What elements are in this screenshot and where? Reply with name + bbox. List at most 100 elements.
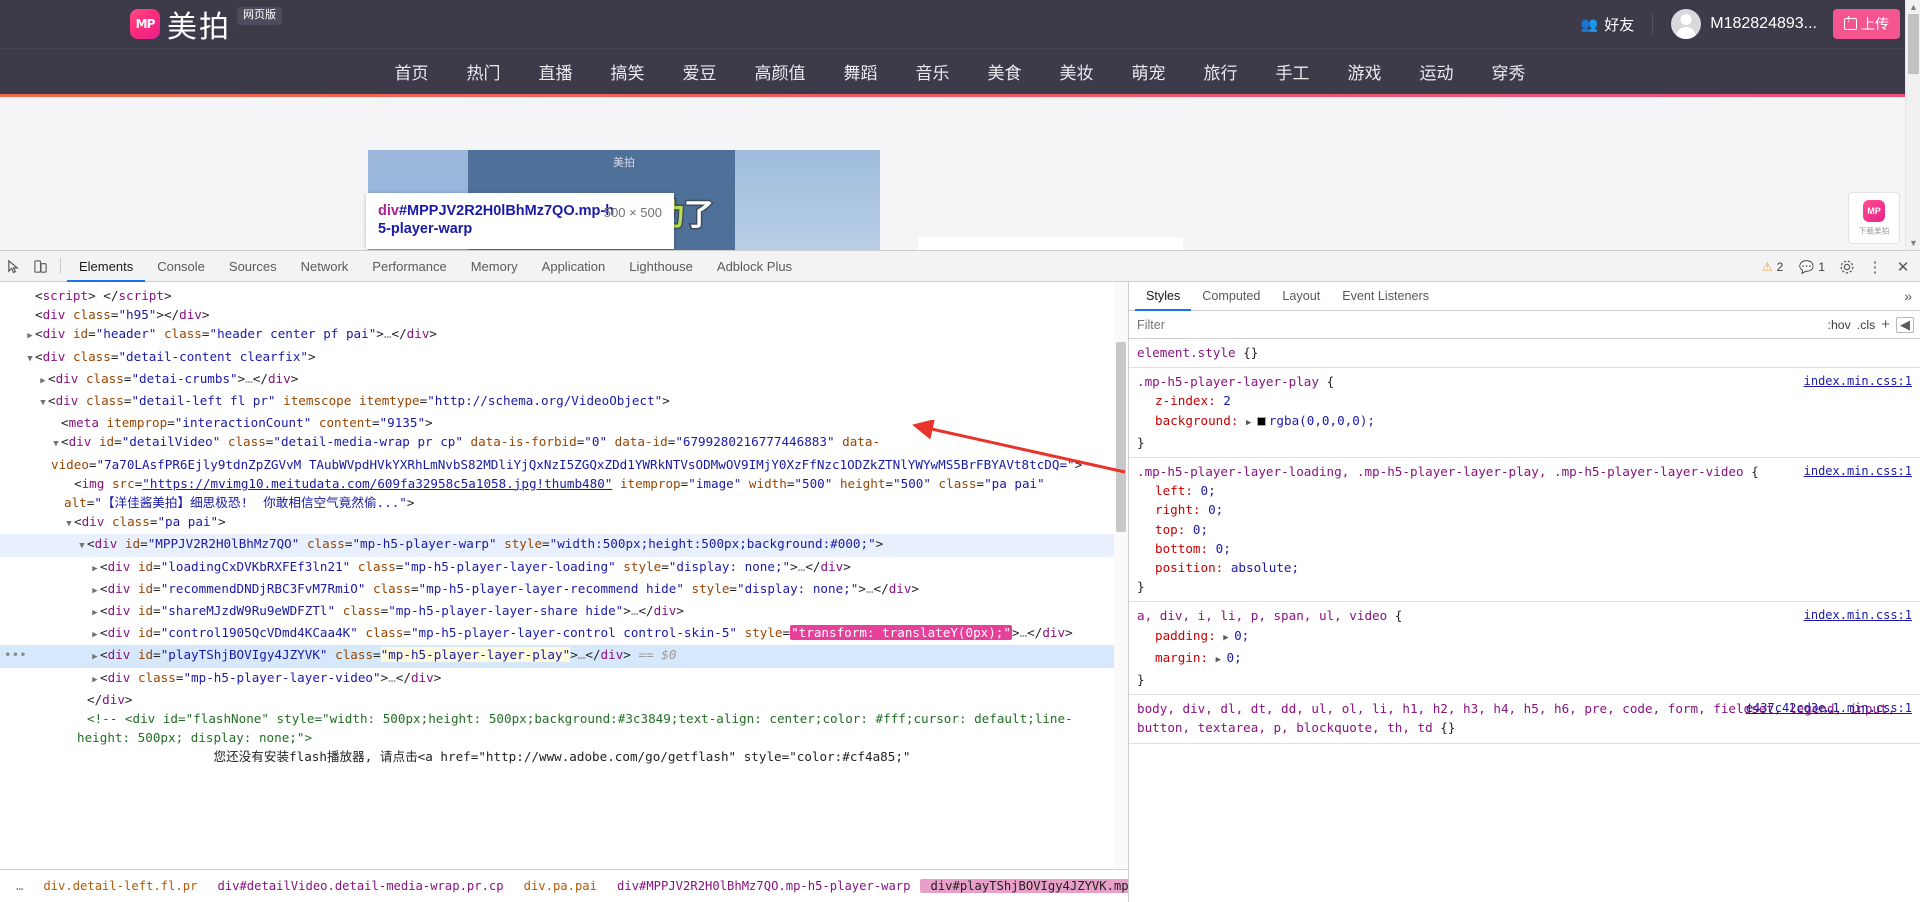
dom-line[interactable]: ▼ <div id="MPPJV2R2H0lBhMz7QO" class="mp-… [0,534,1114,557]
dom-line[interactable]: <div class="h95"></div> [0,305,1114,324]
tab-console[interactable]: Console [145,251,217,282]
dom-line[interactable]: ▼ <div id="detailVideo" class="detail-med… [0,432,1114,473]
tab-network[interactable]: Network [289,251,361,282]
dom-line[interactable]: <script> </script> [0,286,1114,305]
breadcrumb-item[interactable]: div.detail-left.fl.pr [33,879,207,893]
dom-line[interactable]: ▶ <div id="recommendDNDjRBC3FvM7RmiO" cla… [0,579,1114,601]
css-property[interactable]: left: 0; [1137,481,1912,500]
dom-twisty-icon[interactable]: ▶ [90,626,100,645]
css-rule-source[interactable]: index.min.css:1 [1804,372,1912,391]
dom-line[interactable]: ▶ <div class="detai-crumbs">…</div> [0,369,1114,391]
dom-line[interactable]: ••• ▶ <div id="playTShjBOVIgy4JZYVK" class… [0,645,1114,668]
css-rule[interactable]: index.min.css:1 .mp-h5-player-layer-play … [1129,368,1920,459]
nav-item-8[interactable]: 美食 [988,59,1022,84]
styles-filter-input[interactable] [1135,316,1822,333]
css-property[interactable]: padding: ▶ 0; [1137,626,1912,648]
dom-twisty-icon[interactable]: ▶ [90,560,100,579]
expand-icon[interactable]: ▶ [1223,633,1234,643]
dom-tree-scrollbar[interactable] [1114,282,1128,868]
css-rules-list[interactable]: element.style {} index.min.css:1 .mp-h5-pl… [1129,339,1920,902]
tab-event-listeners[interactable]: Event Listeners [1331,282,1440,311]
element-classes-button[interactable]: .cls [1857,318,1875,332]
css-property[interactable]: bottom: 0; [1137,539,1912,558]
nav-item-5[interactable]: 高颜值 [755,59,806,84]
close-devtools-icon[interactable]: ✕ [1890,254,1916,280]
dom-line[interactable]: 您还没有安装flash播放器, 请点击<a href="http://www.a… [0,747,1114,766]
css-rule-source[interactable]: index.min.css:1 [1804,606,1912,625]
settings-gear-icon[interactable] [1834,254,1860,280]
tab-layout[interactable]: Layout [1271,282,1331,311]
nav-item-14[interactable]: 运动 [1420,59,1454,84]
site-logo[interactable]: MP 美拍 网页版 [130,2,282,46]
css-property[interactable]: position: absolute; [1137,558,1912,577]
nav-item-3[interactable]: 搞笑 [611,59,645,84]
css-rule[interactable]: index.min.css:1 a, div, i, li, p, span, u… [1129,602,1920,696]
page-scrollbar-thumb[interactable] [1908,14,1919,74]
tab-elements[interactable]: Elements [67,251,146,282]
dom-line[interactable]: ▼ <div class="detail-content clearfix"> [0,347,1114,369]
user-avatar[interactable] [1671,9,1702,39]
color-swatch[interactable] [1256,416,1266,426]
nav-item-9[interactable]: 美妆 [1060,59,1094,84]
dom-line[interactable]: </div> [0,690,1114,709]
nav-item-10[interactable]: 萌宠 [1132,59,1166,84]
nav-item-2[interactable]: 直播 [539,59,573,84]
breadcrumb-item[interactable]: div#playTShjBOVIgy4JZYVK.mp-h5-player-la… [920,879,1128,893]
dom-line[interactable]: <!-- <div id="flashNone" style="width: 5… [0,709,1114,747]
download-app-card[interactable]: MP 下载美拍 [1848,192,1900,244]
scroll-up-arrow-icon[interactable]: ▲ [1909,2,1918,12]
message-count-chip[interactable]: 💬 1 [1792,257,1832,276]
username-label[interactable]: M182824893... [1710,15,1817,33]
nav-item-1[interactable]: 热门 [467,59,501,84]
nav-item-0[interactable]: 首页 [395,59,429,84]
dom-twisty-icon[interactable]: ▼ [51,435,61,454]
css-property[interactable]: margin: ▶ 0; [1137,648,1912,670]
dom-tree-lines[interactable]: <script> </script> <div class="h95"></div… [0,282,1114,868]
css-selector[interactable]: element.style [1137,345,1236,360]
css-rule[interactable]: e437c42cd3e…1.min.css:1 body, div, dl, dt… [1129,695,1920,744]
dom-line[interactable]: <meta itemprop="interactionCount" conten… [0,413,1114,432]
css-rule[interactable]: index.min.css:1 .mp-h5-player-layer-loadi… [1129,458,1920,603]
dom-twisty-icon[interactable]: ▶ [90,582,100,601]
dom-tree-scrollbar-thumb[interactable] [1116,342,1126,532]
styles-more-tabs-icon[interactable]: » [1904,288,1912,304]
css-rule-source[interactable]: e437c42cd3e…1.min.css:1 [1746,699,1912,718]
dom-twisty-icon[interactable]: ▼ [64,515,74,534]
dom-line[interactable]: ▶ <div id="control1905QcVDmd4KCaa4K" clas… [0,623,1114,645]
expand-icon[interactable]: ▶ [1216,655,1227,665]
dom-line[interactable]: ▶ <div id="shareMJzdW9Ru9eWDFZTl" class="… [0,601,1114,623]
tab-lighthouse[interactable]: Lighthouse [617,251,705,282]
dom-line[interactable]: <img src="https://mvimg10.meitudata.com/… [0,474,1114,512]
css-selector[interactable]: a, div, i, li, p, span, ul, video [1137,608,1387,623]
more-options-icon[interactable]: ⋮ [1862,254,1888,280]
toggle-device-toolbar-icon[interactable] [27,253,54,280]
dom-twisty-icon[interactable]: ▶ [90,604,100,623]
dom-line[interactable]: ▼ <div class="pa pai"> [0,512,1114,534]
dom-line[interactable]: ▼ <div class="detail-left fl pr" itemscop… [0,391,1114,413]
friends-link[interactable]: 👥 好友 [1581,14,1634,35]
tab-memory[interactable]: Memory [459,251,530,282]
dom-twisty-icon[interactable]: ▼ [77,537,87,556]
dom-line[interactable]: ▶ <div id="header" class="header center p… [0,324,1114,346]
dom-twisty-icon[interactable]: ▶ [90,671,100,690]
css-property[interactable]: top: 0; [1137,520,1912,539]
tab-performance[interactable]: Performance [360,251,458,282]
breadcrumb-overflow[interactable]: … [6,879,33,893]
breadcrumb-item[interactable]: div.pa.pai [514,879,607,893]
css-property[interactable]: z-index: 2 [1137,391,1912,410]
nav-item-11[interactable]: 旅行 [1204,59,1238,84]
css-property[interactable]: background: ▶ rgba(0,0,0,0); [1137,411,1912,433]
warning-count-chip[interactable]: ⚠ 2 [1754,257,1791,276]
toggle-computed-sidebar-icon[interactable]: ◀ [1896,316,1914,333]
tab-sources[interactable]: Sources [217,251,289,282]
dom-twisty-icon[interactable]: ▼ [38,394,48,413]
scroll-down-arrow-icon[interactable]: ▼ [1909,238,1918,248]
dom-twisty-icon[interactable]: ▼ [25,350,35,369]
breadcrumb-item[interactable]: div#detailVideo.detail-media-wrap.pr.cp [207,879,513,893]
expand-icon[interactable]: ▶ [1246,418,1257,428]
new-style-rule-icon[interactable]: + [1881,316,1890,333]
breadcrumb-item[interactable]: div#MPPJV2R2H0lBhMz7QO.mp-h5-player-warp [607,879,921,893]
nav-item-15[interactable]: 穿秀 [1492,59,1526,84]
tab-adblock-plus[interactable]: Adblock Plus [705,251,804,282]
css-selector[interactable]: .mp-h5-player-layer-loading, .mp-h5-play… [1137,464,1744,479]
